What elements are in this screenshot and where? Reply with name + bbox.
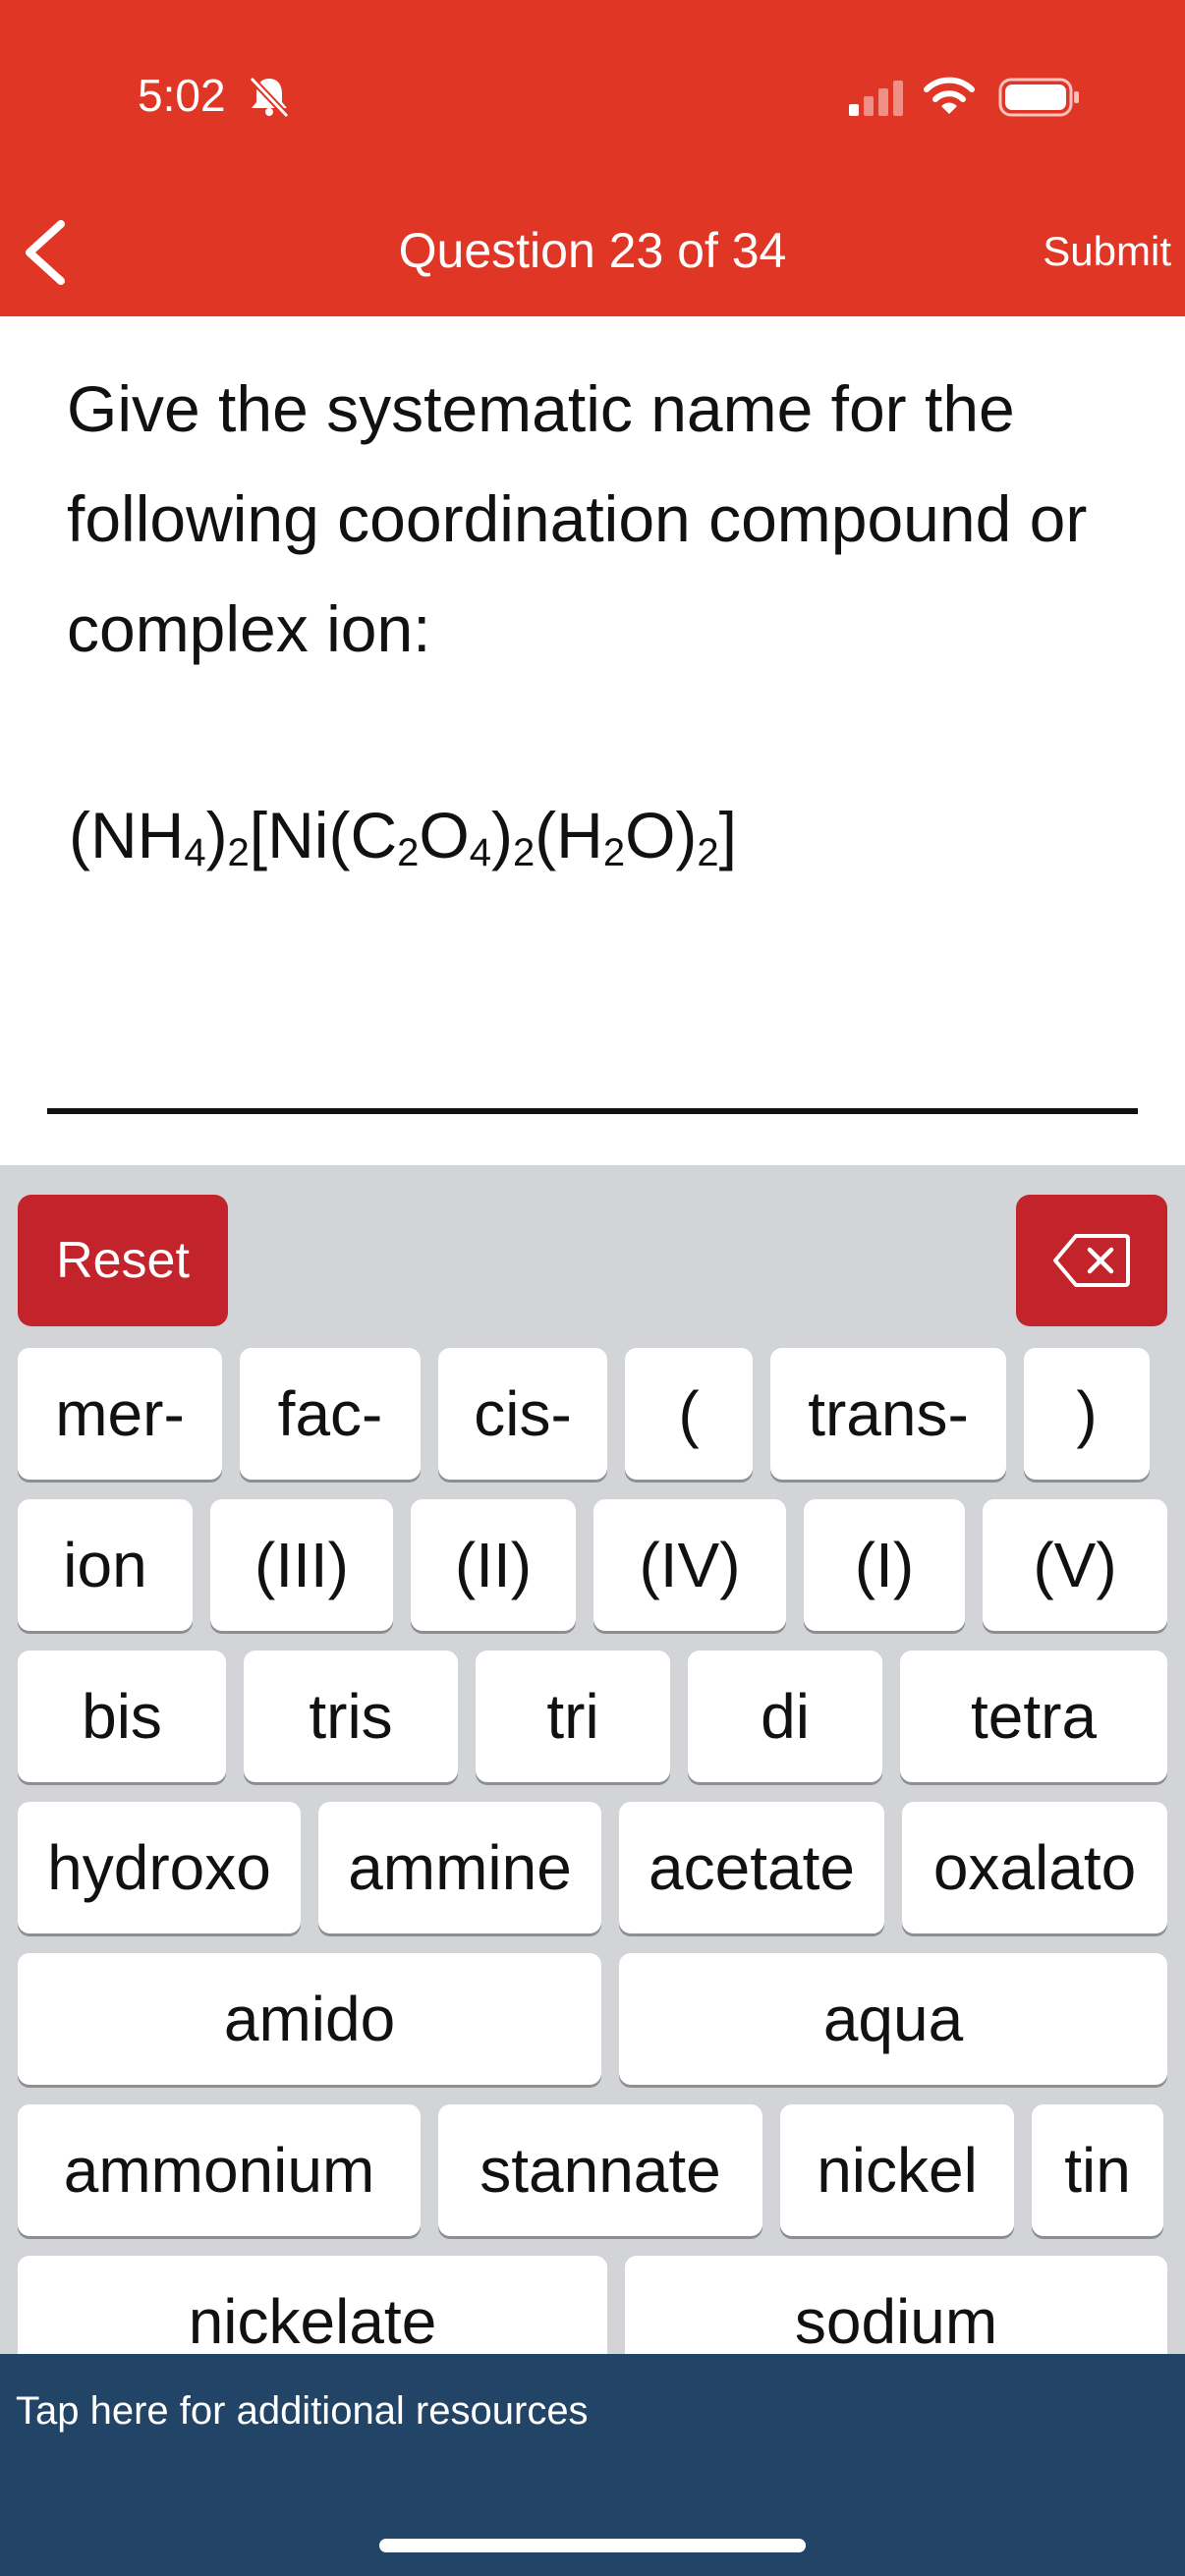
question-counter: Question 23 of 34 [398, 223, 787, 278]
term-keyboard: Reset mer- fac- cis- ( trans- ) ion (III… [0, 1165, 1185, 2354]
key-mer[interactable]: mer- [18, 1348, 222, 1480]
key-row-1: mer- fac- cis- ( trans- ) [18, 1348, 1167, 1480]
key-close-paren[interactable]: ) [1024, 1348, 1150, 1480]
reset-button[interactable]: Reset [18, 1195, 228, 1326]
key-amido[interactable]: amido [18, 1953, 601, 2085]
key-sodium[interactable]: sodium [625, 2256, 1167, 2354]
key-roman-1[interactable]: (I) [804, 1499, 965, 1631]
delete-button[interactable] [1016, 1195, 1167, 1326]
key-roman-3[interactable]: (III) [210, 1499, 393, 1631]
backspace-icon [1053, 1234, 1130, 1287]
key-row-4: hydroxo ammine acetate oxalato [18, 1802, 1167, 1933]
home-indicator[interactable] [379, 2539, 806, 2552]
key-row-3: bis tris tri di tetra [18, 1651, 1167, 1782]
key-row-5: amido aqua [18, 1953, 1167, 2085]
key-row-2: ion (III) (II) (IV) (I) (V) [18, 1499, 1167, 1631]
chemical-formula: (NH4)2[Ni(C2O4)2(H2O)2] [69, 799, 738, 874]
resources-link[interactable]: Tap here for additional resources [16, 2389, 589, 2434]
key-stannate[interactable]: stannate [438, 2104, 762, 2236]
key-ammine[interactable]: ammine [318, 1802, 601, 1933]
status-time: 5:02 [138, 70, 226, 121]
bell-slash-icon [249, 76, 290, 118]
key-row-7: nickelate sodium [18, 2256, 1167, 2354]
key-tri[interactable]: tri [476, 1651, 670, 1782]
key-roman-2[interactable]: (II) [411, 1499, 576, 1631]
answer-input-line[interactable] [47, 1108, 1138, 1114]
additional-resources-bar[interactable]: Tap here for additional resources [0, 2354, 1185, 2576]
top-bar: 5:02 Question 23 of 34 Submit [0, 0, 1185, 316]
key-aqua[interactable]: aqua [619, 1953, 1167, 2085]
key-tin[interactable]: tin [1032, 2104, 1163, 2236]
key-tetra[interactable]: tetra [900, 1651, 1167, 1782]
key-nickel[interactable]: nickel [780, 2104, 1014, 2236]
key-row-6: ammonium stannate nickel tin [18, 2104, 1167, 2236]
submit-button[interactable]: Submit [1043, 228, 1171, 275]
key-tris[interactable]: tris [244, 1651, 458, 1782]
question-prompt: Give the systematic name for the followi… [67, 372, 1088, 665]
key-trans[interactable]: trans- [770, 1348, 1006, 1480]
cellular-signal-icon [849, 81, 903, 116]
key-hydroxo[interactable]: hydroxo [18, 1802, 301, 1933]
key-bis[interactable]: bis [18, 1651, 226, 1782]
key-oxalato[interactable]: oxalato [902, 1802, 1167, 1933]
key-open-paren[interactable]: ( [625, 1348, 753, 1480]
key-cis[interactable]: cis- [438, 1348, 607, 1480]
key-roman-4[interactable]: (IV) [593, 1499, 786, 1631]
battery-icon [998, 78, 1079, 117]
key-ion[interactable]: ion [18, 1499, 193, 1631]
key-roman-5[interactable]: (V) [983, 1499, 1167, 1631]
key-nickelate[interactable]: nickelate [18, 2256, 607, 2354]
key-fac[interactable]: fac- [240, 1348, 421, 1480]
key-di[interactable]: di [688, 1651, 882, 1782]
key-acetate[interactable]: acetate [619, 1802, 884, 1933]
key-ammonium[interactable]: ammonium [18, 2104, 421, 2236]
wifi-icon [924, 77, 975, 114]
